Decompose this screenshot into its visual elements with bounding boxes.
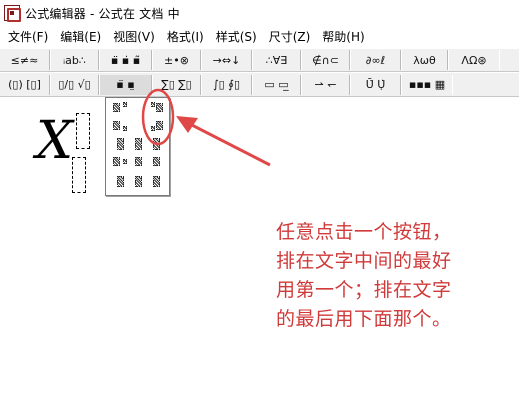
low-script-left-icon[interactable] [112, 174, 128, 189]
subsup-center-icon[interactable] [130, 136, 146, 151]
relational-symbols-button[interactable]: ≤≠≈ [0, 50, 50, 70]
menu-style[interactable]: 样式(S) [210, 27, 263, 47]
template-toolbar: (▯) [▯] ▯/▯ √▯ ▪̈ ▪̤ ∑▯ ∑▯ ∫▯ ∮▯ ▭ ▭̲ ⇀ … [0, 72, 519, 97]
subscript-left-icon[interactable] [112, 118, 128, 133]
spaces-ellipses-button[interactable]: ᵢab∴ [51, 50, 99, 70]
logical-symbols-button[interactable]: ∴∀∃ [253, 50, 301, 70]
fraction-radical-button[interactable]: ▯/▯ √▯ [51, 74, 99, 95]
equation-variable: X [36, 111, 74, 171]
embellishments-button[interactable]: ▪̈ ▪̇ ▪̃ [100, 50, 152, 70]
subscript-superscript-button[interactable]: ▪̈ ▪̤ [100, 74, 152, 95]
superscript-left-icon[interactable] [112, 100, 128, 115]
integral-templates-button[interactable]: ∫▯ ∮▯ [202, 74, 252, 95]
operator-symbols-button[interactable]: ±•⊗ [153, 50, 201, 70]
menu-view[interactable]: 视图(V) [107, 27, 161, 47]
symbol-toolbar: ≤≠≈ ᵢab∴ ▪̈ ▪̇ ▪̃ ±•⊗ →⇔↓ ∴∀∃ ∉∩⊂ ∂∞ℓ λω… [0, 48, 519, 72]
subscript-superscript-palette [105, 97, 170, 196]
subsup-right-icon[interactable] [148, 136, 164, 151]
subscript-slot[interactable] [72, 157, 86, 193]
products-templates-button[interactable]: Ū̇ Ụ̇ [351, 74, 401, 95]
superscript-right-icon[interactable] [148, 100, 164, 115]
equation-editor-icon [4, 5, 21, 22]
over-script-icon[interactable] [112, 154, 128, 169]
window-title: 公式编辑器 - 公式在 文档 中 [25, 6, 180, 21]
menu-format[interactable]: 格式(I) [161, 27, 210, 47]
fence-templates-button[interactable]: (▯) [▯] [0, 74, 50, 95]
under-over-script-icon[interactable] [148, 154, 164, 169]
instruction-line: 用第一个；排在文字 [276, 279, 452, 301]
superscript-slot[interactable] [76, 113, 90, 149]
subscript-right-icon[interactable] [148, 118, 164, 133]
misc-symbols-button[interactable]: ∂∞ℓ [351, 50, 401, 70]
bar-templates-button[interactable]: ▭ ▭̲ [253, 74, 301, 95]
menu-help[interactable]: 帮助(H) [316, 27, 370, 47]
matrix-templates-button[interactable]: ▪▪▪ ▦ [402, 75, 452, 95]
subsup-left-icon[interactable] [112, 136, 128, 151]
instruction-line: 任意点击一个按钮， [276, 221, 452, 243]
greek-lowercase-button[interactable]: λωθ [402, 50, 448, 70]
summation-templates-button[interactable]: ∑▯ ∑▯ [153, 74, 201, 95]
instruction-line: 排在文字中间的最好 [276, 250, 452, 272]
menu-size[interactable]: 尺寸(Z) [263, 27, 317, 47]
instruction-line: 的最后用下面那个。 [276, 308, 452, 330]
greek-uppercase-button[interactable]: ΛΩ⊛ [449, 50, 499, 70]
low-script-center-icon[interactable] [130, 174, 146, 189]
menu-bar: 文件(F) 编辑(E) 视图(V) 格式(I) 样式(S) 尺寸(Z) 帮助(H… [0, 26, 519, 48]
arrow-templates-button[interactable]: ⇀ ↽ [302, 74, 350, 95]
under-script-icon[interactable] [130, 154, 146, 169]
arrow-symbols-button[interactable]: →⇔↓ [202, 50, 252, 70]
title-bar: 公式编辑器 - 公式在 文档 中 [0, 0, 519, 26]
menu-edit[interactable]: 编辑(E) [54, 27, 107, 47]
low-script-right-icon[interactable] [148, 174, 164, 189]
instruction-note: 任意点击一个按钮， 排在文字中间的最好 用第一个；排在文字 的最后用下面那个。 [276, 218, 506, 334]
set-theory-button[interactable]: ∉∩⊂ [302, 50, 350, 70]
menu-file[interactable]: 文件(F) [2, 27, 54, 47]
